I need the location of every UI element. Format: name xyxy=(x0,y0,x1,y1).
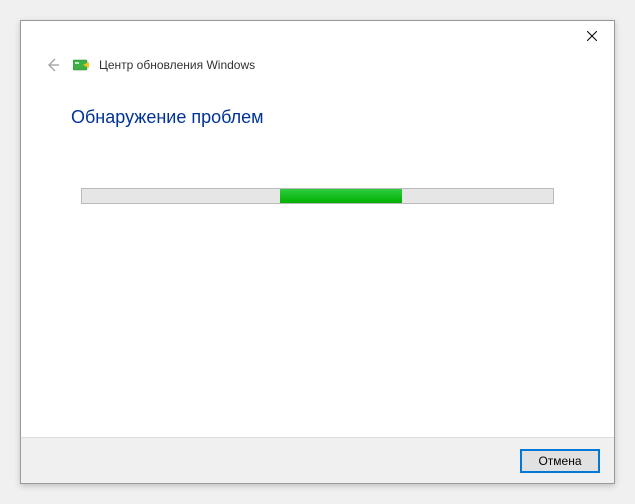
progress-segment xyxy=(280,189,402,203)
header-title: Центр обновления Windows xyxy=(99,58,255,72)
back-arrow-icon xyxy=(45,57,61,73)
titlebar xyxy=(21,21,614,53)
close-button[interactable] xyxy=(569,21,614,51)
back-button xyxy=(41,53,65,77)
footer: Отмена xyxy=(21,437,614,483)
header: Центр обновления Windows xyxy=(21,53,614,87)
progress-bar xyxy=(81,188,554,204)
troubleshooter-window: Центр обновления Windows Обнаружение про… xyxy=(20,20,615,484)
content: Обнаружение проблем xyxy=(21,87,614,437)
page-heading: Обнаружение проблем xyxy=(71,107,564,128)
update-icon xyxy=(73,58,91,72)
close-icon xyxy=(587,31,597,41)
cancel-button[interactable]: Отмена xyxy=(520,449,600,473)
